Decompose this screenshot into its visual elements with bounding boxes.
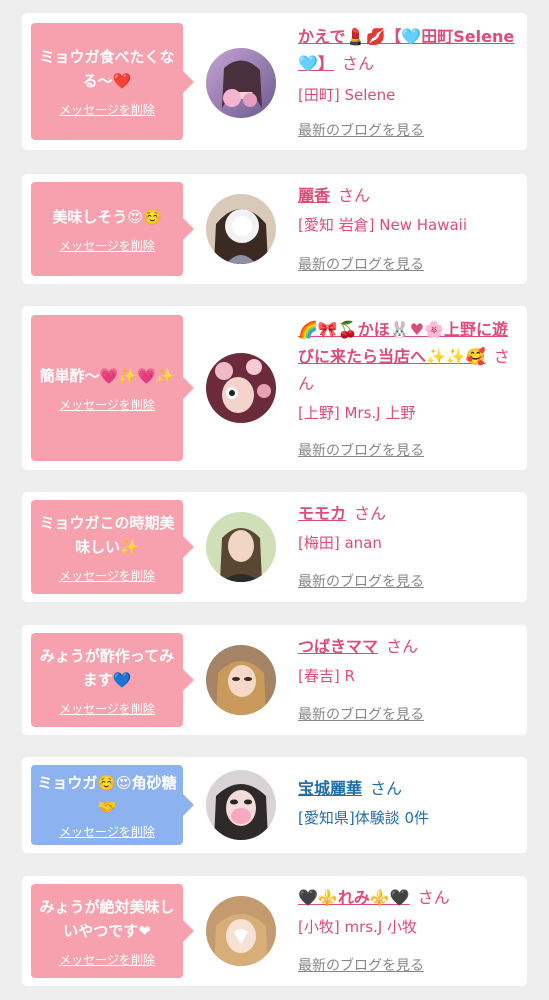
avatar[interactable] — [206, 194, 276, 264]
delete-message-link[interactable]: メッセージを削除 — [59, 951, 155, 968]
shop-label: [梅田] anan — [298, 534, 382, 552]
latest-blog-link[interactable]: 最新のブログを見る — [298, 704, 424, 724]
message-text: みょうが絶対美味しいやつです❤ — [39, 897, 175, 940]
shop-label: [愛知県]体験談 0件 — [298, 809, 430, 827]
message-bubble: みょうが絶対美味しいやつです❤ メッセージを削除 — [31, 884, 194, 978]
delete-message-link[interactable]: メッセージを削除 — [59, 396, 155, 413]
message-bubble: ミョウガ食べたくなる〜❤️ メッセージを削除 — [31, 23, 194, 140]
sender-info: 麗香 さん [愛知 岩倉] New Hawaii — [298, 182, 516, 235]
message-list: ミョウガ食べたくなる〜❤️ メッセージを削除 かえで💄💋【🩵田町Selene🩵】… — [0, 0, 549, 1000]
sender-name-link[interactable]: 🌈🎀🍒かほ🐰♥🌸上野に遊びに来たら当店へ✨✨🥰 — [298, 320, 508, 366]
message-card: 簡単酢〜💗✨💗✨ メッセージを削除 🌈🎀🍒かほ🐰♥🌸上野に遊びに来たら当店へ✨✨… — [22, 306, 527, 470]
delete-message-link[interactable]: メッセージを削除 — [59, 823, 155, 840]
delete-message-link[interactable]: メッセージを削除 — [59, 101, 155, 118]
message-bubble: ミョウガ☺️😍角砂糖🤝 メッセージを削除 — [31, 765, 194, 845]
delete-message-link[interactable]: メッセージを削除 — [59, 700, 155, 717]
shop-label: [愛知 岩倉] New Hawaii — [298, 216, 467, 234]
message-text: ミョウガ☺️😍角砂糖🤝 — [37, 773, 177, 816]
latest-blog-link[interactable]: 最新のブログを見る — [298, 440, 424, 460]
sender-name-link[interactable]: 🖤⚜️れみ⚜️🖤 — [298, 888, 410, 907]
latest-blog-link[interactable]: 最新のブログを見る — [298, 571, 424, 591]
sender-name-link[interactable]: かえで💄💋【🩵田町Selene🩵】 — [298, 27, 514, 73]
sender-info: かえで💄💋【🩵田町Selene🩵】 さん [田町] Selene — [298, 23, 516, 105]
avatar[interactable] — [206, 770, 276, 840]
sender-info: モモカ さん [梅田] anan — [298, 500, 516, 553]
avatar[interactable] — [206, 896, 276, 966]
sender-name-link[interactable]: 麗香 — [298, 186, 330, 205]
message-card: ミョウガ食べたくなる〜❤️ メッセージを削除 かえで💄💋【🩵田町Selene🩵】… — [22, 13, 527, 150]
message-card: ミョウガこの時期美味しい✨ メッセージを削除 モモカ さん [梅田] anan 最… — [22, 492, 527, 602]
message-card: 美味しそう😍☺️ メッセージを削除 麗香 さん [愛知 岩倉] New Hawai… — [22, 174, 527, 284]
shop-label: [上野] Mrs.J 上野 — [298, 404, 416, 422]
message-bubble: 美味しそう😍☺️ メッセージを削除 — [31, 182, 194, 276]
avatar[interactable] — [206, 645, 276, 715]
shop-label: [田町] Selene — [298, 86, 396, 104]
sender-info: 🖤⚜️れみ⚜️🖤 さん [小牧] mrs.J 小牧 — [298, 884, 516, 937]
message-text: ミョウガこの時期美味しい✨ — [39, 513, 175, 556]
avatar[interactable] — [206, 512, 276, 582]
honorific: さん — [417, 888, 450, 907]
sender-name-link[interactable]: つばきママ — [298, 637, 378, 656]
latest-blog-link[interactable]: 最新のブログを見る — [298, 254, 424, 274]
message-bubble: 簡単酢〜💗✨💗✨ メッセージを削除 — [31, 315, 194, 461]
honorific: さん — [338, 186, 371, 205]
avatar[interactable] — [206, 48, 276, 118]
honorific: さん — [354, 504, 387, 523]
honorific: さん — [370, 779, 403, 798]
sender-name-link[interactable]: モモカ — [298, 504, 346, 523]
sender-name-link[interactable]: 宝城麗華 — [298, 779, 362, 798]
shop-label: [春吉] R — [298, 667, 355, 685]
avatar[interactable] — [206, 353, 276, 423]
message-text: みょうが酢作ってみます💙 — [39, 646, 175, 689]
message-text: ミョウガ食べたくなる〜❤️ — [39, 48, 175, 90]
latest-blog-link[interactable]: 最新のブログを見る — [298, 955, 424, 975]
sender-info: 🌈🎀🍒かほ🐰♥🌸上野に遊びに来たら当店へ✨✨🥰 さん [上野] Mrs.J 上野 — [298, 316, 516, 423]
message-card: みょうが酢作ってみます💙 メッセージを削除 つばきママ さん [春吉] R 最新の… — [22, 625, 527, 735]
honorific: さん — [386, 637, 419, 656]
message-text: 簡単酢〜💗✨💗✨ — [39, 366, 175, 385]
honorific: さん — [341, 54, 374, 73]
sender-info: 宝城麗華 さん [愛知県]体験談 0件 — [298, 775, 516, 828]
sender-info: つばきママ さん [春吉] R — [298, 633, 516, 686]
message-bubble: みょうが酢作ってみます💙 メッセージを削除 — [31, 633, 194, 727]
message-text: 美味しそう😍☺️ — [52, 207, 162, 226]
message-card: みょうが絶対美味しいやつです❤ メッセージを削除 🖤⚜️れみ⚜️🖤 さん [小牧]… — [22, 876, 527, 986]
shop-label: [小牧] mrs.J 小牧 — [298, 918, 418, 936]
message-card: ミョウガ☺️😍角砂糖🤝 メッセージを削除 宝城麗華 さん [愛知県]体験談 0件 — [22, 757, 527, 853]
delete-message-link[interactable]: メッセージを削除 — [59, 237, 155, 254]
latest-blog-link[interactable]: 最新のブログを見る — [298, 120, 424, 140]
message-bubble: ミョウガこの時期美味しい✨ メッセージを削除 — [31, 500, 194, 594]
delete-message-link[interactable]: メッセージを削除 — [59, 567, 155, 584]
